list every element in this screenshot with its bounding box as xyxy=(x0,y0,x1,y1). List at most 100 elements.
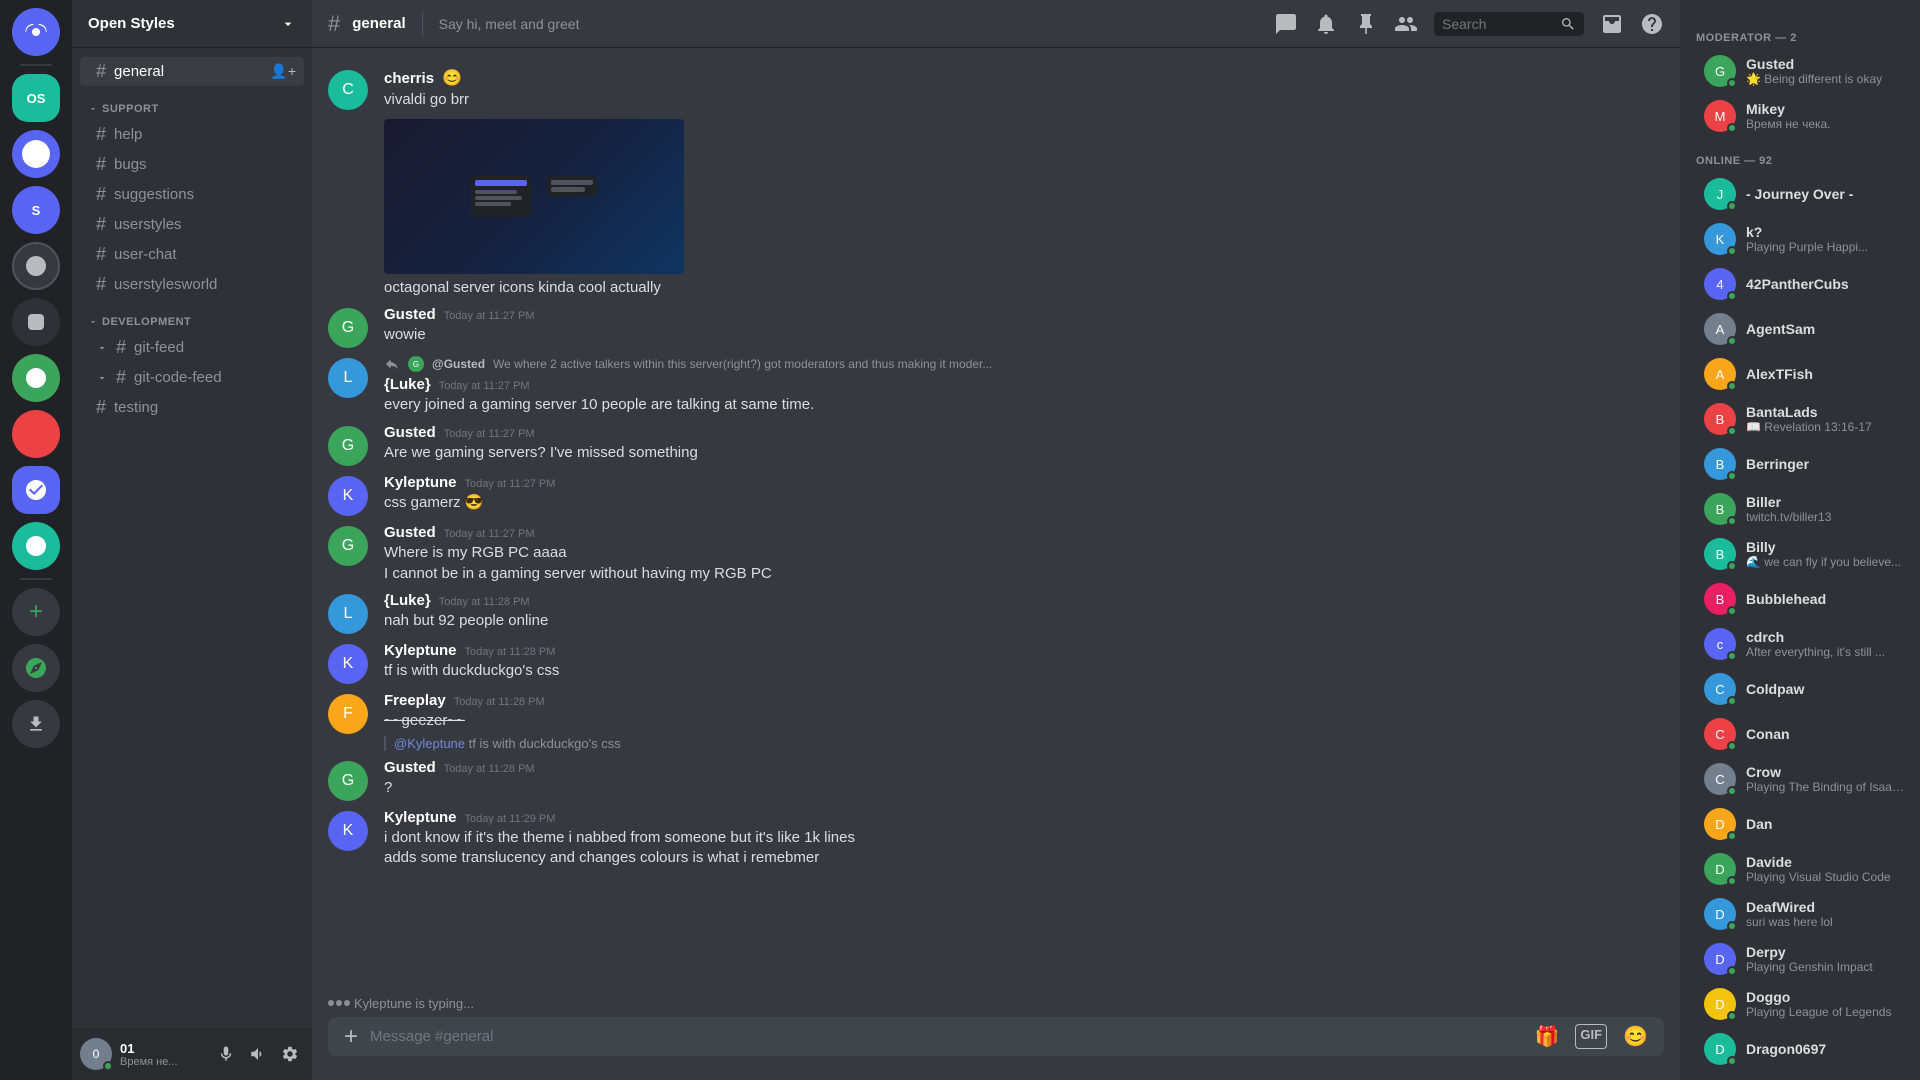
message-author[interactable]: Kyleptune xyxy=(384,474,457,491)
member-item-derpy[interactable]: D Derpy Playing Genshin Impact xyxy=(1688,937,1912,981)
message-author[interactable]: Kyleptune xyxy=(384,642,457,659)
status-dot xyxy=(1727,471,1737,481)
gif-button[interactable]: GIF xyxy=(1575,1024,1607,1049)
server-icon-3[interactable] xyxy=(12,242,60,290)
message-row: L G @Gusted We where 2 active talkers wi… xyxy=(312,352,1680,420)
member-name: Bubblehead xyxy=(1746,591,1904,607)
bell-icon[interactable] xyxy=(1314,12,1338,36)
member-name: Derpy xyxy=(1746,944,1904,960)
channel-item-testing[interactable]: # testing xyxy=(80,393,304,422)
gift-icon[interactable]: 🎁 xyxy=(1535,1024,1560,1049)
deafen-button[interactable] xyxy=(244,1040,272,1068)
channel-item-git-feed[interactable]: # git-feed xyxy=(80,333,304,362)
member-item-crow[interactable]: C Crow Playing The Binding of Isaac... xyxy=(1688,757,1912,801)
server-icon-1[interactable] xyxy=(12,130,60,178)
message-text: every joined a gaming server 10 people a… xyxy=(384,395,1664,416)
member-avatar: G xyxy=(1704,55,1736,87)
message-image[interactable] xyxy=(384,119,684,274)
member-item-billy[interactable]: B Billy 🌊 we can fly if you believe... xyxy=(1688,532,1912,576)
member-item-gusted[interactable]: G Gusted 🌟 Being different is okay xyxy=(1688,49,1912,93)
member-item-doggo[interactable]: D Doggo Playing League of Legends xyxy=(1688,982,1912,1026)
member-item-bantalads[interactable]: B BantaLads 📖 Revelation 13:16-17 xyxy=(1688,397,1912,441)
channel-item-userstylesworld[interactable]: # userstylesworld xyxy=(80,270,304,299)
channel-item-bugs[interactable]: # bugs xyxy=(80,150,304,179)
member-item-coldpaw[interactable]: C Coldpaw xyxy=(1688,667,1912,711)
channel-item-userstyles[interactable]: # userstyles xyxy=(80,210,304,239)
channel-header-hash-icon: # xyxy=(328,11,340,37)
message-author[interactable]: Gusted xyxy=(384,759,436,776)
member-item-k[interactable]: K k? Playing Purple Happi... xyxy=(1688,217,1912,261)
category-development: DEVELOPMENT xyxy=(72,300,312,332)
server-icon-2[interactable]: S xyxy=(12,186,60,234)
message-author[interactable]: cherris xyxy=(384,70,434,87)
discord-home-button[interactable] xyxy=(12,8,60,56)
mute-button[interactable] xyxy=(212,1040,240,1068)
server-header[interactable]: Open Styles xyxy=(72,0,312,48)
member-avatar: A xyxy=(1704,358,1736,390)
message-author[interactable]: {Luke} xyxy=(384,376,431,393)
member-status: After everything, it's still ... xyxy=(1746,645,1904,659)
message-author[interactable]: Gusted xyxy=(384,424,436,441)
member-item-biller[interactable]: B Biller twitch.tv/biller13 xyxy=(1688,487,1912,531)
member-avatar: J xyxy=(1704,178,1736,210)
pin-icon[interactable] xyxy=(1354,12,1378,36)
channel-add-member-icon[interactable]: 👤+ xyxy=(270,63,296,80)
member-item-cdrch[interactable]: c cdrch After everything, it's still ... xyxy=(1688,622,1912,666)
member-item-berringer[interactable]: B Berringer xyxy=(1688,442,1912,486)
add-server-button[interactable]: + xyxy=(12,588,60,636)
channel-item-git-code-feed[interactable]: # git-code-feed xyxy=(80,363,304,392)
settings-button[interactable] xyxy=(276,1040,304,1068)
member-item-alextfish[interactable]: A AlexTFish xyxy=(1688,352,1912,396)
member-item-agentsam[interactable]: A AgentSam xyxy=(1688,307,1912,351)
add-attachment-button[interactable]: + xyxy=(344,1023,358,1051)
channel-item-user-chat[interactable]: # user-chat xyxy=(80,240,304,269)
reply-quote: @Kyleptune tf is with duckduckgo's css xyxy=(384,736,1664,751)
message-author[interactable]: Gusted xyxy=(384,306,436,323)
channel-expand-icon xyxy=(96,372,108,384)
member-item-journeyover[interactable]: J - Journey Over - xyxy=(1688,172,1912,216)
member-info: AlexTFish xyxy=(1746,366,1904,382)
member-item-dragon0697[interactable]: D Dragon0697 xyxy=(1688,1027,1912,1071)
message-author[interactable]: Gusted xyxy=(384,524,436,541)
member-avatar: c xyxy=(1704,628,1736,660)
message-author[interactable]: Freeplay xyxy=(384,692,446,709)
channel-item-help[interactable]: # help xyxy=(80,120,304,149)
member-item-42panthercubs[interactable]: 4 42PantherCubs xyxy=(1688,262,1912,306)
current-user-avatar[interactable]: 0 xyxy=(80,1038,112,1070)
members-icon[interactable] xyxy=(1394,12,1418,36)
server-icon-8[interactable] xyxy=(12,522,60,570)
explore-servers-button[interactable] xyxy=(12,644,60,692)
server-icon-7[interactable] xyxy=(12,466,60,514)
member-item-dan[interactable]: D Dan xyxy=(1688,802,1912,846)
server-icon-6[interactable] xyxy=(12,410,60,458)
server-icon-4[interactable] xyxy=(12,298,60,346)
member-info: Davide Playing Visual Studio Code xyxy=(1746,854,1904,884)
download-button[interactable] xyxy=(12,700,60,748)
member-info: Billy 🌊 we can fly if you believe... xyxy=(1746,539,1904,569)
member-item-deafwired[interactable]: D DeafWired suri was here lol xyxy=(1688,892,1912,936)
member-item-bubblehead[interactable]: B Bubblehead xyxy=(1688,577,1912,621)
hash-icon[interactable] xyxy=(1274,12,1298,36)
channel-item-general[interactable]: # general 👤+ xyxy=(80,57,304,86)
member-avatar: B xyxy=(1704,583,1736,615)
message-author[interactable]: {Luke} xyxy=(384,592,431,609)
channel-hash-icon: # xyxy=(96,397,106,418)
member-item-davide[interactable]: D Davide Playing Visual Studio Code xyxy=(1688,847,1912,891)
member-avatar: C xyxy=(1704,718,1736,750)
message-content: Kyleptune Today at 11:29 PM i dont know … xyxy=(384,809,1664,869)
emoji-button[interactable]: 😊 xyxy=(1623,1024,1648,1049)
typing-indicator: Kyleptune is typing... xyxy=(312,989,1680,1017)
help-icon[interactable] xyxy=(1640,12,1664,36)
message-author[interactable]: Kyleptune xyxy=(384,809,457,826)
message-header: {Luke} Today at 11:28 PM xyxy=(384,592,1664,609)
member-status: 📖 Revelation 13:16-17 xyxy=(1746,420,1904,434)
server-icon-5[interactable] xyxy=(12,354,60,402)
member-info: Derpy Playing Genshin Impact xyxy=(1746,944,1904,974)
inbox-icon[interactable] xyxy=(1600,12,1624,36)
message-input[interactable] xyxy=(370,1017,1523,1056)
channel-item-suggestions[interactable]: # suggestions xyxy=(80,180,304,209)
server-icon-openstyles[interactable]: OS xyxy=(12,74,60,122)
message-timestamp: Today at 11:27 PM xyxy=(444,428,535,440)
member-item-mikey[interactable]: M Mikey Время не чека. xyxy=(1688,94,1912,138)
member-item-conan[interactable]: C Conan xyxy=(1688,712,1912,756)
